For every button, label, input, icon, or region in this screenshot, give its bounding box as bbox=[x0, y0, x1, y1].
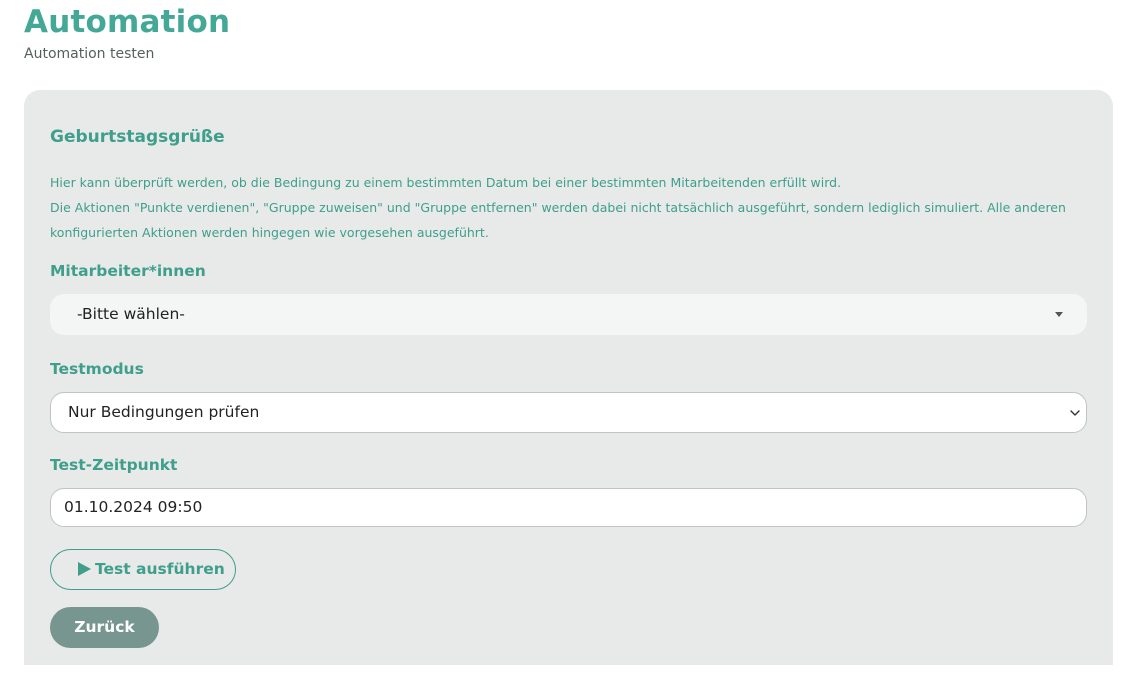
timestamp-input-value: 01.10.2024 09:50 bbox=[64, 498, 203, 516]
mode-select-value: Nur Bedingungen prüfen bbox=[68, 403, 260, 421]
timestamp-input[interactable]: 01.10.2024 09:50 bbox=[50, 488, 1087, 527]
caret-down-icon bbox=[1055, 312, 1063, 317]
page-subtitle: Automation testen bbox=[24, 46, 155, 62]
automation-test-card: Geburtstagsgrüße Hier kann überprüft wer… bbox=[24, 90, 1113, 665]
employee-select-value: -Bitte wählen- bbox=[77, 305, 185, 323]
mode-select[interactable]: Nur Bedingungen prüfen bbox=[50, 392, 1087, 433]
card-title: Geburtstagsgrüße bbox=[50, 127, 225, 147]
description: Hier kann überprüft werden, ob die Bedin… bbox=[50, 170, 1080, 245]
page: Automation Automation testen Geburtstags… bbox=[0, 0, 1134, 687]
chevron-down-icon bbox=[1070, 410, 1080, 416]
back-button[interactable]: Zurück bbox=[50, 607, 159, 648]
run-test-button-label: Test ausführen bbox=[95, 560, 225, 578]
mode-label: Testmodus bbox=[50, 360, 144, 378]
description-line-1: Hier kann überprüft werden, ob die Bedin… bbox=[50, 175, 842, 190]
description-line-2: Die Aktionen "Punkte verdienen", "Gruppe… bbox=[50, 200, 1066, 240]
employee-label: Mitarbeiter*innen bbox=[50, 262, 206, 280]
play-icon bbox=[78, 562, 91, 576]
employee-select[interactable]: -Bitte wählen- bbox=[50, 294, 1087, 335]
page-title: Automation bbox=[24, 4, 231, 40]
timestamp-label: Test-Zeitpunkt bbox=[50, 456, 178, 474]
run-test-button[interactable]: Test ausführen bbox=[50, 549, 236, 590]
back-button-label: Zurück bbox=[74, 618, 135, 636]
